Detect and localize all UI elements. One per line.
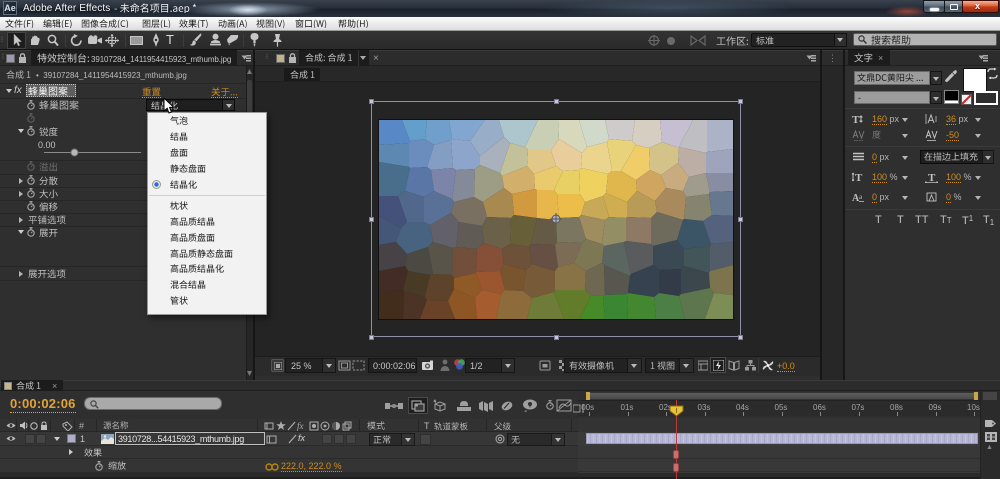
svg-text:fx: fx <box>297 421 304 431</box>
svg-text:T: T <box>855 172 863 183</box>
svg-text:a: a <box>859 193 863 201</box>
svg-text:T: T <box>852 114 860 125</box>
svg-text:T: T <box>928 172 936 183</box>
